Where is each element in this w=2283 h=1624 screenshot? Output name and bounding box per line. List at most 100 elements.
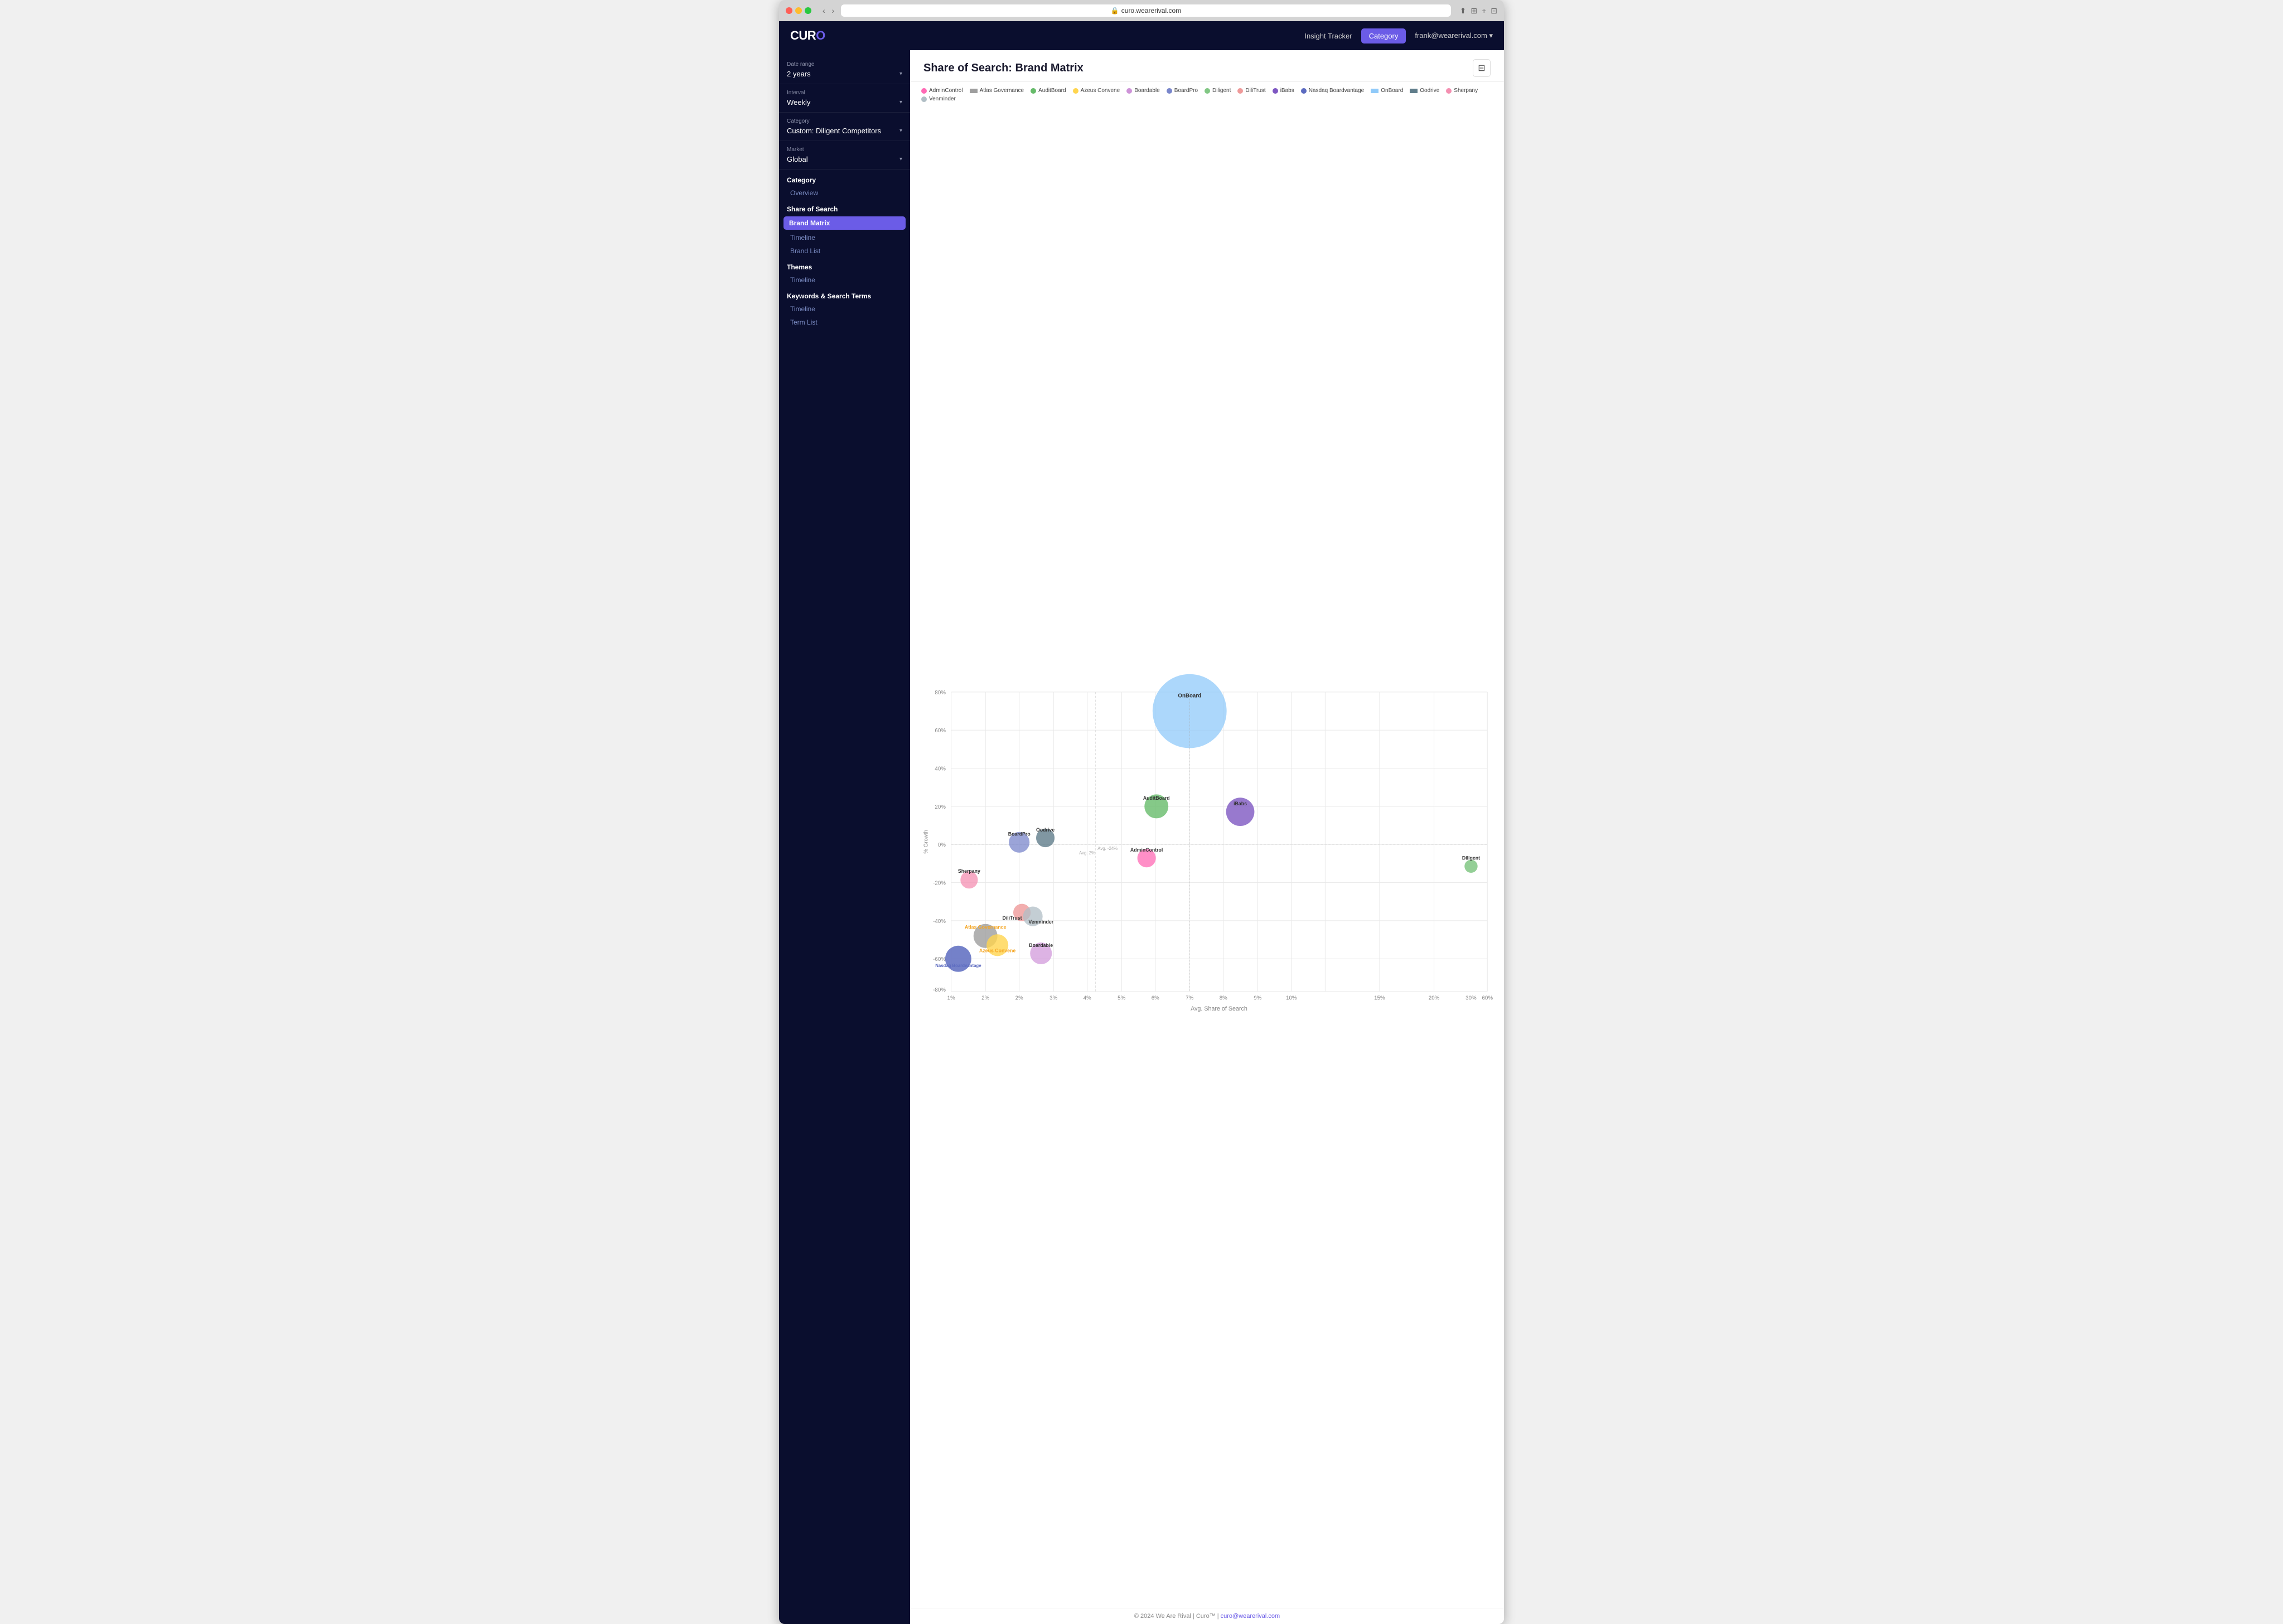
boardable-legend-label: Boardable: [1134, 88, 1160, 94]
sidebar-item-keywords-timeline[interactable]: Timeline: [779, 302, 910, 316]
close-button[interactable]: [786, 7, 792, 14]
back-button[interactable]: ‹: [820, 5, 828, 16]
svg-text:30%: 30%: [1465, 995, 1477, 1001]
label-ibabs: iBabs: [1234, 801, 1247, 806]
svg-text:Avg. -24%: Avg. -24%: [1097, 846, 1118, 851]
browser-nav: ‹ ›: [820, 5, 836, 16]
footer-email-link[interactable]: curo@wearerival.com: [1221, 1613, 1280, 1620]
market-label: Market: [787, 147, 902, 153]
filter-button[interactable]: ⊟: [1473, 59, 1491, 77]
interval-value[interactable]: Weekly ▾: [787, 97, 902, 108]
svg-text:15%: 15%: [1374, 995, 1385, 1001]
boardpro-legend-dot: [1167, 88, 1172, 94]
sidebar-item-themes-timeline[interactable]: Timeline: [779, 273, 910, 287]
svg-text:-20%: -20%: [933, 880, 946, 886]
svg-text:-40%: -40%: [933, 919, 946, 925]
legend-auditboard: AuditBoard: [1031, 88, 1066, 94]
category-filter-chevron: ▾: [899, 128, 902, 134]
label-auditboard: AuditBoard: [1143, 795, 1170, 801]
boardable-legend-dot: [1126, 88, 1132, 94]
svg-text:60%: 60%: [935, 728, 946, 734]
onboard-legend-label: OnBoard: [1381, 88, 1403, 94]
main-layout: Date range 2 years ▾ Interval Weekly ▾ C…: [779, 50, 1504, 1624]
category-button[interactable]: Category: [1361, 28, 1406, 44]
legend-boardpro: BoardPro: [1167, 88, 1198, 94]
interval-chevron: ▾: [899, 99, 902, 105]
svg-text:2%: 2%: [981, 995, 989, 1001]
date-range-text: 2 years: [787, 70, 811, 78]
legend-onboard: OnBoard: [1371, 88, 1403, 94]
legend-boardable: Boardable: [1126, 88, 1160, 94]
market-text: Global: [787, 155, 808, 163]
bubble-onboard[interactable]: [1153, 674, 1227, 748]
minimize-button[interactable]: [795, 7, 802, 14]
sidebar-item-timeline[interactable]: Timeline: [779, 231, 910, 244]
add-tab-icon[interactable]: +: [1482, 6, 1486, 16]
label-sherpany: Sherpany: [958, 868, 980, 874]
ibabs-legend-dot: [1273, 88, 1278, 94]
svg-text:10%: 10%: [1286, 995, 1297, 1001]
tab-icon[interactable]: ⊞: [1471, 6, 1477, 16]
onboard-legend-rect: [1371, 89, 1378, 93]
interval-label: Interval: [787, 90, 902, 96]
svg-text:4%: 4%: [1084, 995, 1091, 1001]
legend-sherpany: Sherpany: [1446, 88, 1478, 94]
share-icon[interactable]: ⬆: [1460, 6, 1467, 16]
url-text: curo.wearerival.com: [1121, 7, 1181, 14]
svg-text:20%: 20%: [935, 804, 946, 810]
nasdaq-legend-dot: [1301, 88, 1307, 94]
legend-diligent: Diligent: [1205, 88, 1231, 94]
keywords-section-title: Keywords & Search Terms: [779, 287, 910, 302]
chart-container: AdminControl Atlas Governance AuditBoard: [910, 82, 1504, 1608]
category-filter: Category Custom: Diligent Competitors ▾: [779, 114, 910, 141]
legend-venminder: Venminder: [921, 96, 956, 102]
date-range-value[interactable]: 2 years ▾: [787, 69, 902, 79]
svg-text:-80%: -80%: [933, 987, 946, 993]
user-menu[interactable]: frank@wearerival.com ▾: [1415, 31, 1493, 40]
legend-ibabs: iBabs: [1273, 88, 1294, 94]
browser-window: ‹ › 🔒 curo.wearerival.com ⬆ ⊞ + ⊡ CURO I…: [779, 0, 1504, 1624]
browser-toolbar: ‹ › 🔒 curo.wearerival.com ⬆ ⊞ + ⊡: [779, 0, 1504, 21]
category-filter-value[interactable]: Custom: Diligent Competitors ▾: [787, 125, 902, 136]
svg-text:9%: 9%: [1254, 995, 1261, 1001]
dilitrust-legend-dot: [1237, 88, 1243, 94]
bubble-diligent[interactable]: [1464, 860, 1477, 873]
category-filter-text: Custom: Diligent Competitors: [787, 127, 881, 135]
filter-icon: ⊟: [1478, 62, 1485, 74]
content-header: Share of Search: Brand Matrix ⊟: [910, 50, 1504, 82]
sidebar-item-overview[interactable]: Overview: [779, 186, 910, 200]
legend-atlas: Atlas Governance: [970, 88, 1024, 94]
svg-text:60%: 60%: [1482, 995, 1493, 1001]
category-section-title: Category: [779, 171, 910, 186]
legend-dilitrust: DiliTrust: [1237, 88, 1265, 94]
label-oodrive: Oodrive: [1036, 827, 1055, 833]
sidebar-item-brand-matrix[interactable]: Brand Matrix: [783, 216, 906, 230]
maximize-button[interactable]: [805, 7, 811, 14]
sherpany-legend-dot: [1446, 88, 1452, 94]
auditboard-legend-dot: [1031, 88, 1036, 94]
app-window: CURO Insight Tracker Category frank@wear…: [779, 21, 1504, 1624]
admincontrol-legend-dot: [921, 88, 927, 94]
bubble-chart: .axis-text { font-size: 10px; fill: #888…: [921, 107, 1493, 1593]
svg-text:7%: 7%: [1186, 995, 1193, 1001]
auditboard-legend-label: AuditBoard: [1038, 88, 1066, 94]
logo-text: CUR: [790, 28, 816, 42]
sidebar-icon[interactable]: ⊡: [1491, 6, 1497, 16]
azeus-legend-dot: [1073, 88, 1078, 94]
market-filter: Market Global ▾: [779, 142, 910, 170]
svg-text:40%: 40%: [935, 766, 946, 772]
lock-icon: 🔒: [1111, 7, 1119, 14]
forward-button[interactable]: ›: [830, 5, 837, 16]
sidebar-item-brand-list[interactable]: Brand List: [779, 244, 910, 258]
date-range-filter: Date range 2 years ▾: [779, 57, 910, 84]
page-footer: © 2024 We Are Rival | Curo™ | curo@weare…: [910, 1608, 1504, 1624]
label-admincontrol: AdminControl: [1130, 847, 1163, 853]
address-bar[interactable]: 🔒 curo.wearerival.com: [841, 4, 1450, 17]
sidebar-item-term-list[interactable]: Term List: [779, 316, 910, 329]
market-value[interactable]: Global ▾: [787, 154, 902, 165]
svg-text:% Growth: % Growth: [923, 830, 930, 854]
insight-tracker-link[interactable]: Insight Tracker: [1304, 32, 1352, 40]
label-dilitrust: DiliTrust: [1002, 915, 1022, 921]
browser-actions: ⬆ ⊞ + ⊡: [1460, 6, 1497, 16]
footer-text: © 2024 We Are Rival | Curo™ |: [1134, 1613, 1221, 1620]
